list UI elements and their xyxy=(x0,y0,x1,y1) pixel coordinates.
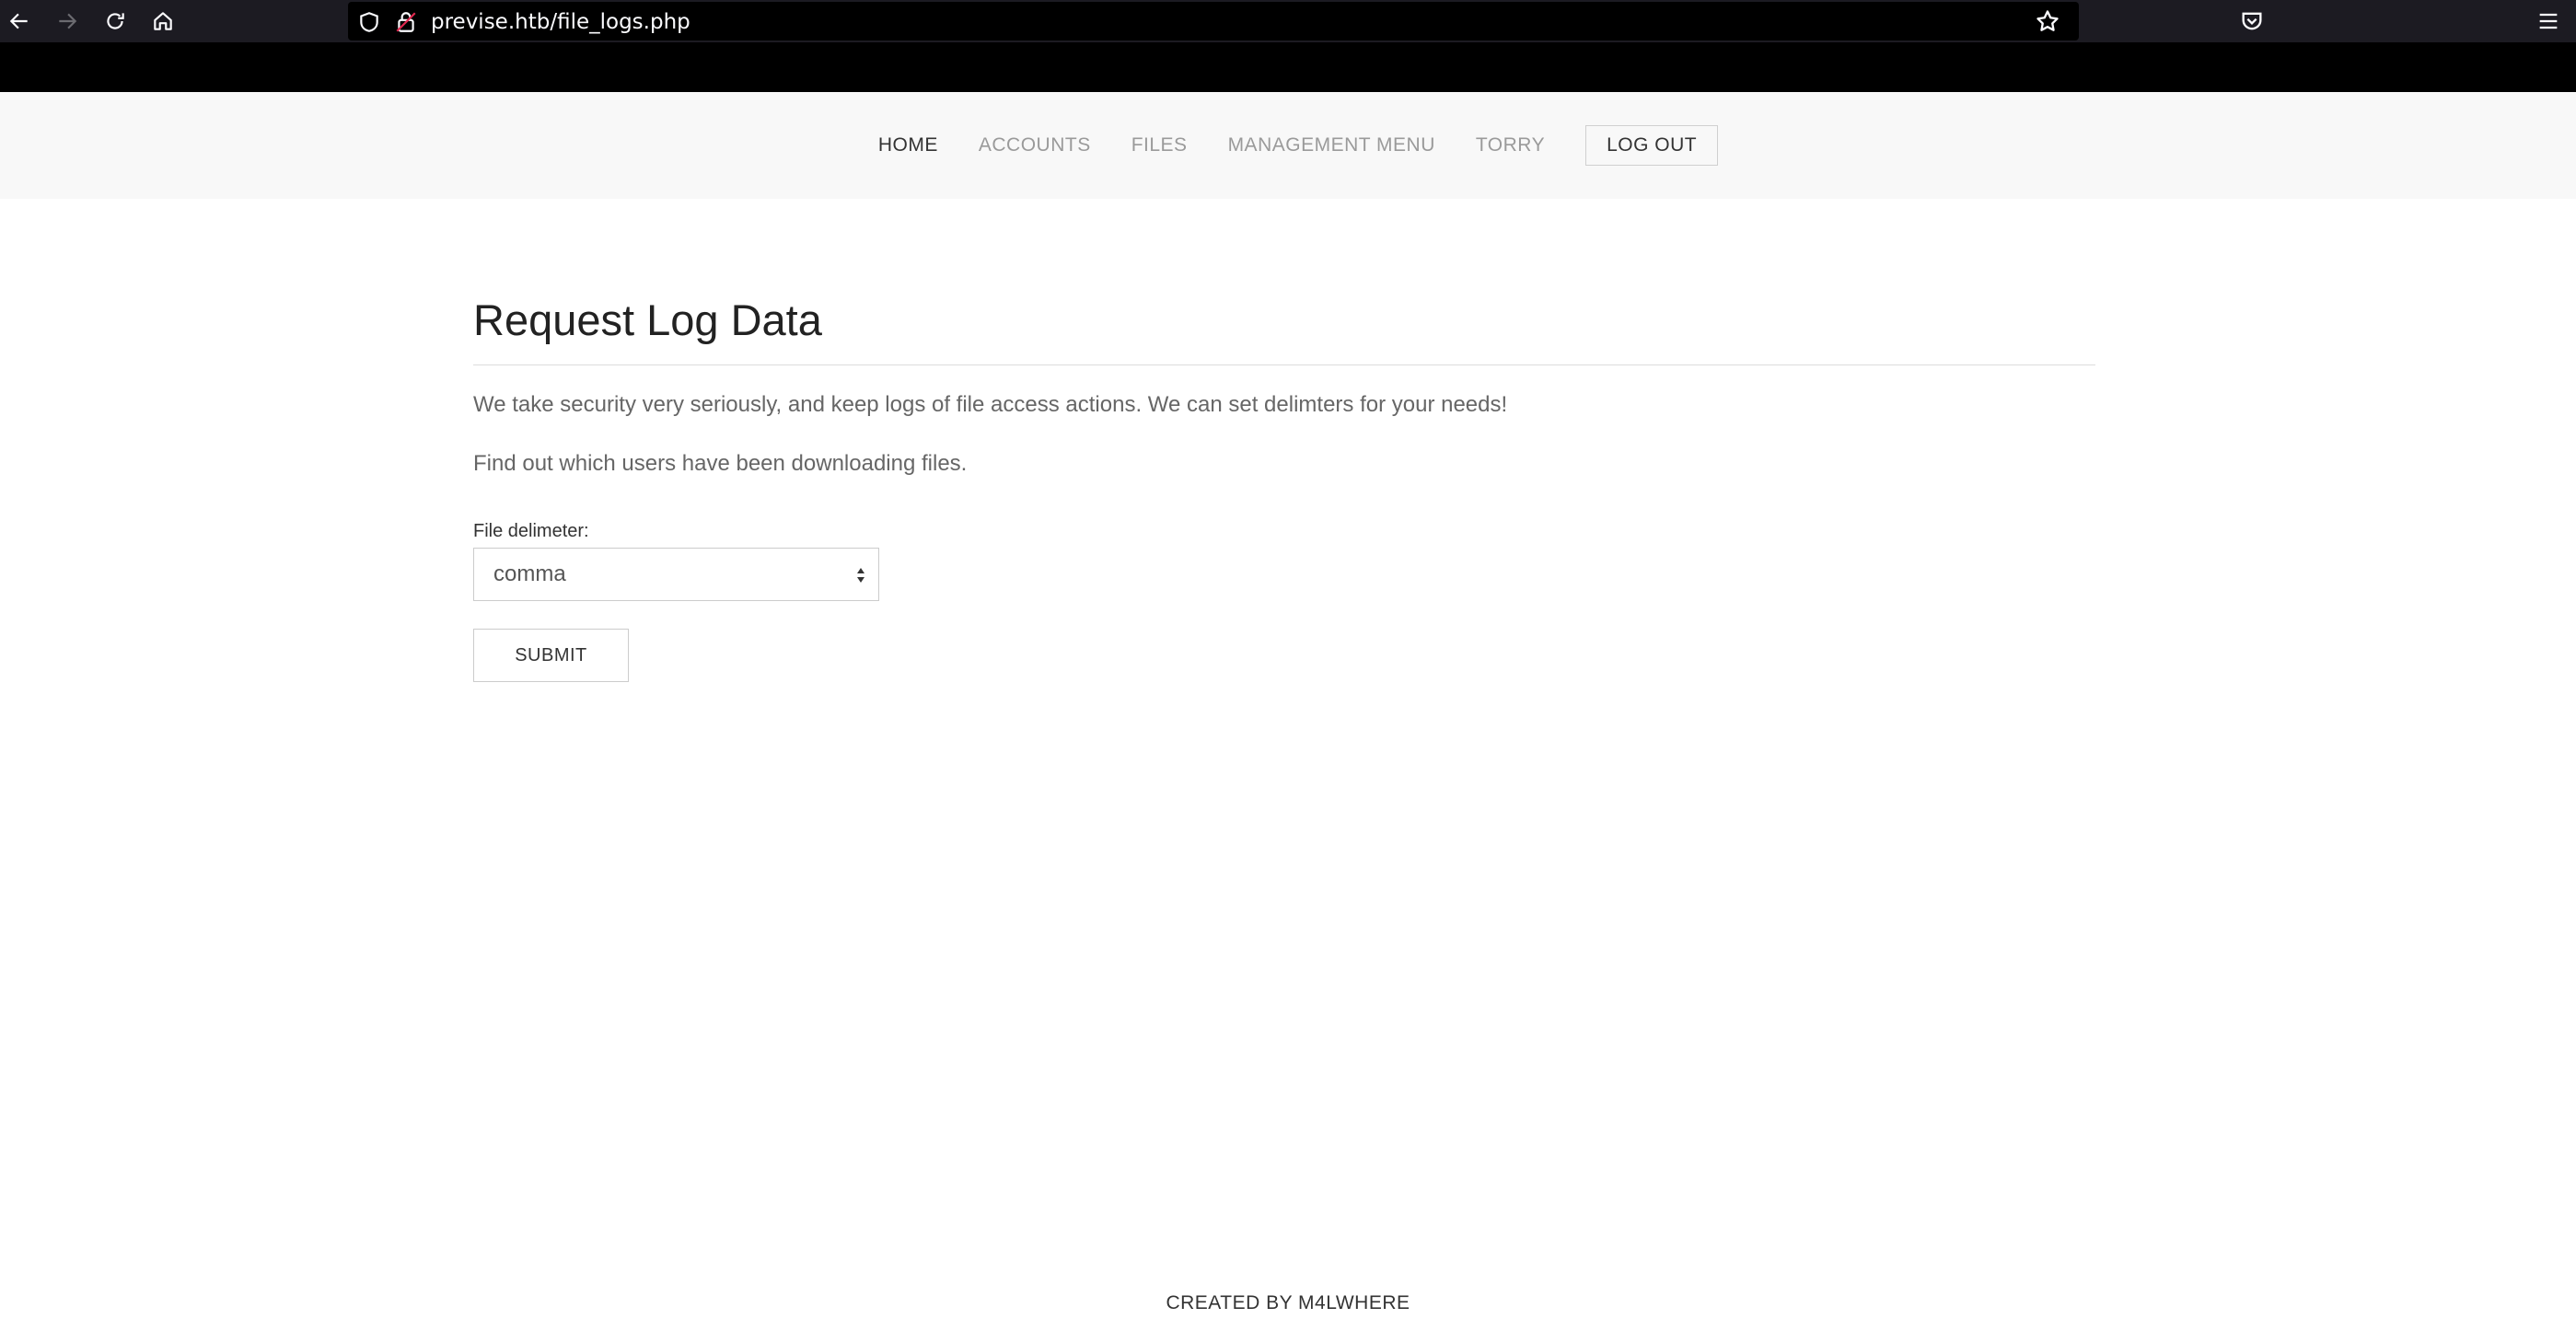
url-bar[interactable]: previse.htb/file_logs.php xyxy=(348,2,2079,40)
nav-accounts[interactable]: ACCOUNTS xyxy=(958,126,1111,165)
logout-button[interactable]: LOG OUT xyxy=(1585,125,1719,166)
url-text[interactable]: previse.htb/file_logs.php xyxy=(431,11,690,33)
pocket-icon[interactable] xyxy=(2239,8,2265,34)
browser-navbar: previse.htb/file_logs.php xyxy=(0,0,2576,42)
hamburger-menu-icon[interactable] xyxy=(2535,8,2561,34)
delimiter-select-value: comma xyxy=(493,561,566,586)
nav-home[interactable]: HOME xyxy=(858,126,958,165)
nav-management-menu[interactable]: MANAGEMENT MENU xyxy=(1208,126,1456,165)
sub-text: Find out which users have been downloadi… xyxy=(473,451,968,476)
main-content: Request Log Data We take security very s… xyxy=(473,285,2095,682)
footer-credit: CREATED BY M4LWHERE xyxy=(1166,1292,1410,1313)
nav-files[interactable]: FILES xyxy=(1111,126,1208,165)
submit-button[interactable]: SUBMIT xyxy=(473,629,629,682)
home-icon[interactable] xyxy=(147,6,179,37)
delimiter-label: File delimeter: xyxy=(473,521,589,541)
arrow-right-icon[interactable] xyxy=(52,6,83,37)
browser-toolbar: previse.htb/file_logs.php xyxy=(0,0,2576,98)
site-header: HOME ACCOUNTS FILES MANAGEMENT MENU TORR… xyxy=(0,92,2576,199)
arrow-left-icon[interactable] xyxy=(4,6,35,37)
page-title: Request Log Data xyxy=(473,285,2095,365)
shield-icon[interactable] xyxy=(357,10,381,34)
delimiter-select[interactable]: comma xyxy=(473,548,879,601)
intro-text: We take security very seriously, and kee… xyxy=(473,392,1508,417)
nav-torry[interactable]: TORRY xyxy=(1456,126,1565,165)
select-arrows-icon xyxy=(857,568,864,583)
reload-icon[interactable] xyxy=(99,6,131,37)
star-icon[interactable] xyxy=(2035,8,2060,34)
site-nav: HOME ACCOUNTS FILES MANAGEMENT MENU TORR… xyxy=(0,92,2576,199)
lock-icon[interactable] xyxy=(394,10,418,34)
